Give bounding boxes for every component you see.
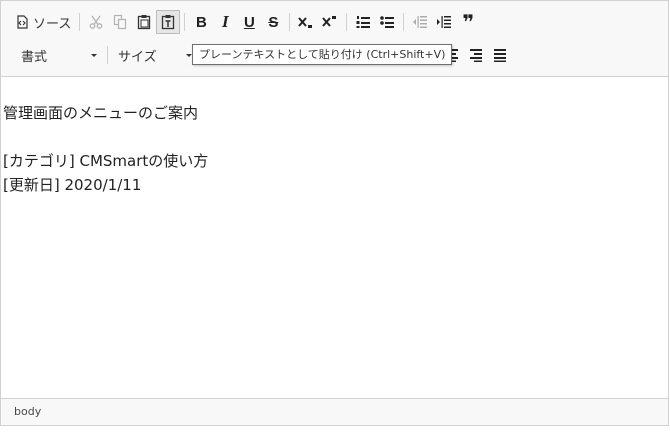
toolbar-separator — [79, 13, 81, 31]
content-heading: 管理画面のメニューのご案内 — [3, 104, 199, 122]
content-updated-line: [更新日] 2020/1/11 — [3, 176, 142, 194]
chevron-down-icon — [91, 54, 97, 57]
italic-icon: I — [222, 12, 229, 31]
format-label: 書式 — [21, 49, 48, 65]
subscript-icon — [297, 14, 315, 30]
source-button[interactable]: ソース — [9, 10, 75, 34]
strikethrough-icon: S — [268, 13, 279, 31]
bulleted-list-icon — [379, 14, 395, 30]
copy-icon — [112, 14, 128, 30]
decrease-indent-button[interactable] — [408, 10, 432, 34]
subscript-button[interactable] — [294, 10, 318, 34]
justify-button[interactable] — [488, 43, 512, 67]
italic-button[interactable]: I — [213, 10, 237, 34]
toolbar-row-1: ソース B I U S ❞ — [1, 7, 480, 37]
source-icon — [15, 15, 29, 29]
align-right-button[interactable] — [464, 43, 488, 67]
status-bar: body — [1, 398, 668, 425]
size-label: サイズ — [118, 49, 157, 65]
rich-text-editor: ソース B I U S ❞ 書式 サイズ プレーンテキストとして貼り付け (Ct… — [0, 0, 669, 426]
toolbar-separator — [403, 13, 405, 31]
outdent-icon — [412, 14, 428, 30]
toolbar-separator — [184, 13, 186, 31]
toolbar-separator — [289, 13, 291, 31]
numbered-list-icon — [355, 14, 371, 30]
element-path[interactable]: body — [14, 405, 41, 418]
numbered-list-button[interactable] — [351, 10, 375, 34]
size-dropdown[interactable]: サイズ — [112, 43, 198, 67]
underline-icon: U — [243, 13, 255, 31]
paste-plain-text-tooltip: プレーンテキストとして貼り付け (Ctrl+Shift+V) — [192, 44, 453, 65]
toolbar-separator — [346, 13, 348, 31]
editor-content[interactable]: 管理画面のメニューのご案内 [カテゴリ] CMSmartの使い方 [更新日] 2… — [3, 101, 668, 197]
increase-indent-button[interactable] — [432, 10, 456, 34]
bulleted-list-button[interactable] — [375, 10, 399, 34]
content-category-line: [カテゴリ] CMSmartの使い方 — [3, 152, 209, 170]
superscript-button[interactable] — [318, 10, 342, 34]
blockquote-button[interactable]: ❞ — [456, 10, 480, 34]
quote-icon: ❞ — [462, 10, 475, 34]
superscript-icon — [321, 14, 339, 30]
paste-plain-text-button[interactable] — [156, 10, 181, 34]
toolbar-separator — [107, 46, 108, 64]
indent-icon — [436, 14, 452, 30]
editor-toolbar: ソース B I U S ❞ 書式 サイズ — [1, 1, 668, 77]
bold-button[interactable]: B — [189, 10, 213, 34]
scissors-icon — [88, 14, 104, 30]
clipboard-icon — [136, 14, 152, 30]
copy-button[interactable] — [108, 10, 132, 34]
source-label: ソース — [33, 16, 72, 32]
align-right-icon — [468, 47, 484, 63]
cut-button[interactable] — [84, 10, 108, 34]
strikethrough-button[interactable]: S — [261, 10, 285, 34]
paste-text-icon — [160, 14, 176, 30]
bold-icon: B — [195, 13, 207, 31]
paste-button[interactable] — [132, 10, 156, 34]
format-dropdown[interactable]: 書式 — [9, 43, 103, 67]
align-justify-icon — [492, 47, 508, 63]
underline-button[interactable]: U — [237, 10, 261, 34]
